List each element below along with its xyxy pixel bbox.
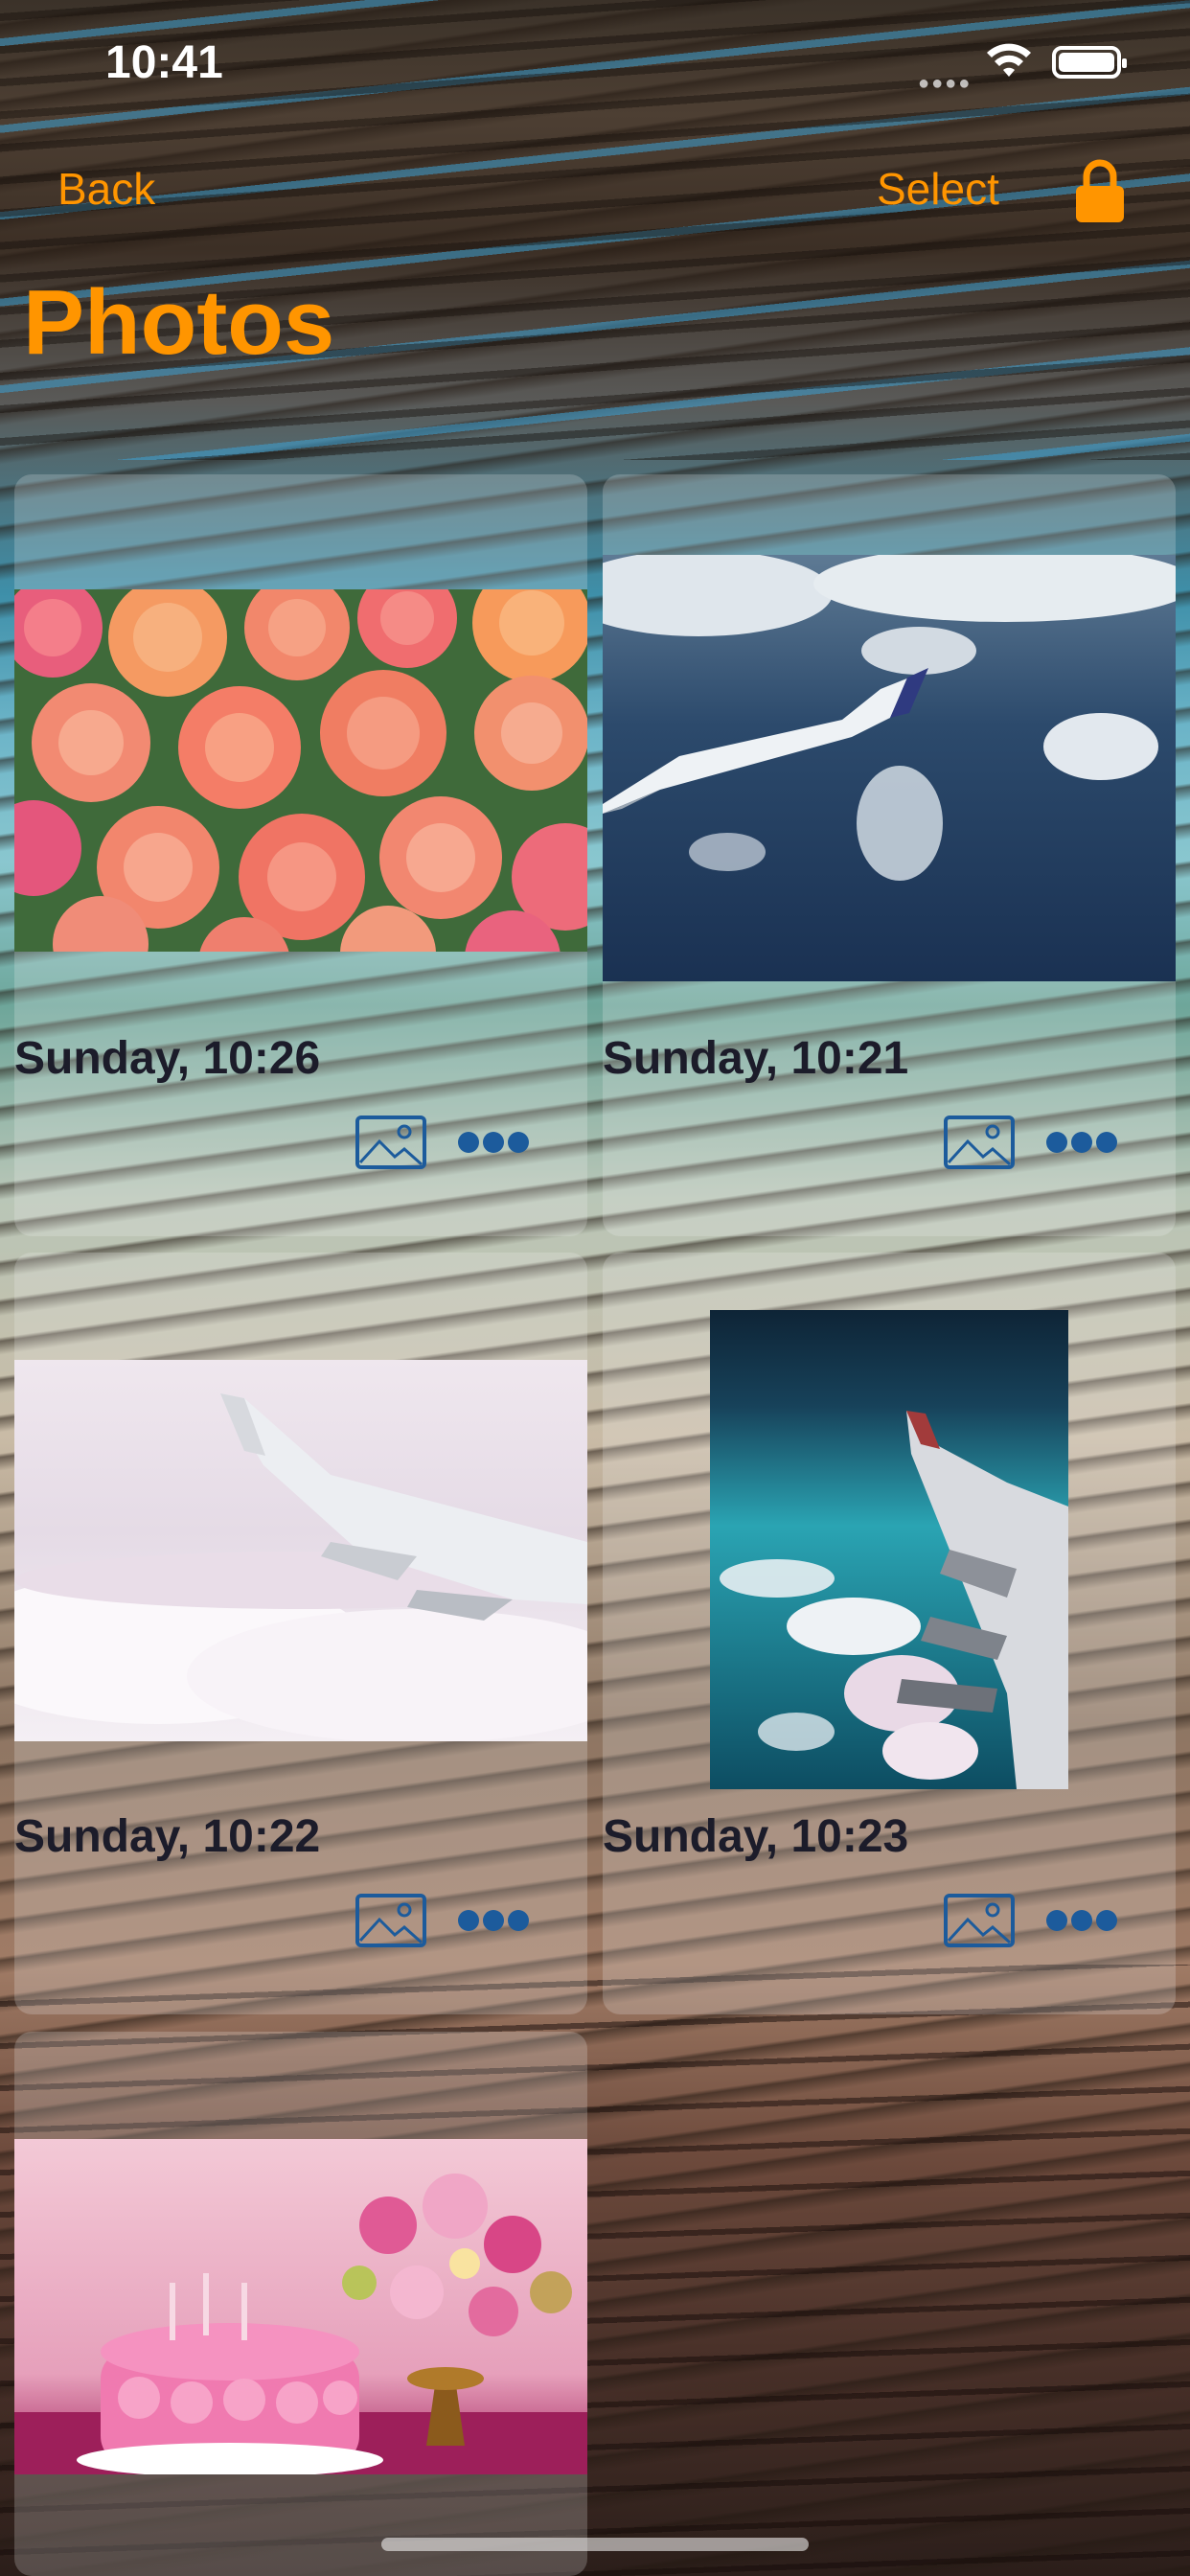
more-options-icon[interactable] <box>457 1909 530 1932</box>
photo-card[interactable]: Sunday, 10:22 <box>14 1253 587 2014</box>
photo-thumbnail-roses[interactable] <box>14 589 587 952</box>
wifi-icon <box>987 43 1031 77</box>
photo-icon[interactable] <box>943 1893 1016 1948</box>
page-title: Photos <box>23 271 335 374</box>
photo-icon[interactable] <box>355 1115 427 1170</box>
photo-date: Sunday, 10:26 <box>14 1033 321 1084</box>
status-time: 10:41 <box>105 37 223 88</box>
photo-card[interactable]: Sunday, 10:23 <box>603 1253 1176 2014</box>
signal-icon: ●●●● <box>918 73 973 94</box>
photo-thumbnail-wing-sea[interactable] <box>710 1310 1068 1789</box>
photo-date: Sunday, 10:22 <box>14 1811 321 1862</box>
photo-thumbnail-wing-clouds[interactable] <box>14 1360 587 1741</box>
home-indicator[interactable] <box>381 2538 809 2551</box>
photo-card[interactable] <box>14 2032 587 2576</box>
more-options-icon[interactable] <box>1045 1131 1118 1154</box>
more-options-icon[interactable] <box>1045 1909 1118 1932</box>
battery-icon <box>1052 46 1127 79</box>
photo-icon[interactable] <box>355 1893 427 1948</box>
photo-thumbnail-cake[interactable] <box>14 2139 587 2474</box>
more-options-icon[interactable] <box>457 1131 530 1154</box>
back-button[interactable]: Back <box>57 163 155 215</box>
photo-thumbnail-airplane-ocean[interactable] <box>603 555 1176 981</box>
photo-date: Sunday, 10:23 <box>603 1811 909 1862</box>
select-button[interactable]: Select <box>877 163 999 215</box>
status-bar: 10:41 ●●●● <box>0 0 1190 125</box>
photo-card[interactable]: Sunday, 10:21 <box>603 474 1176 1236</box>
photo-icon[interactable] <box>943 1115 1016 1170</box>
lock-icon[interactable] <box>1073 157 1127 224</box>
photo-date: Sunday, 10:21 <box>603 1033 909 1084</box>
navigation-bar: Back Select <box>0 144 1190 240</box>
photo-card[interactable]: Sunday, 10:26 <box>14 474 587 1236</box>
